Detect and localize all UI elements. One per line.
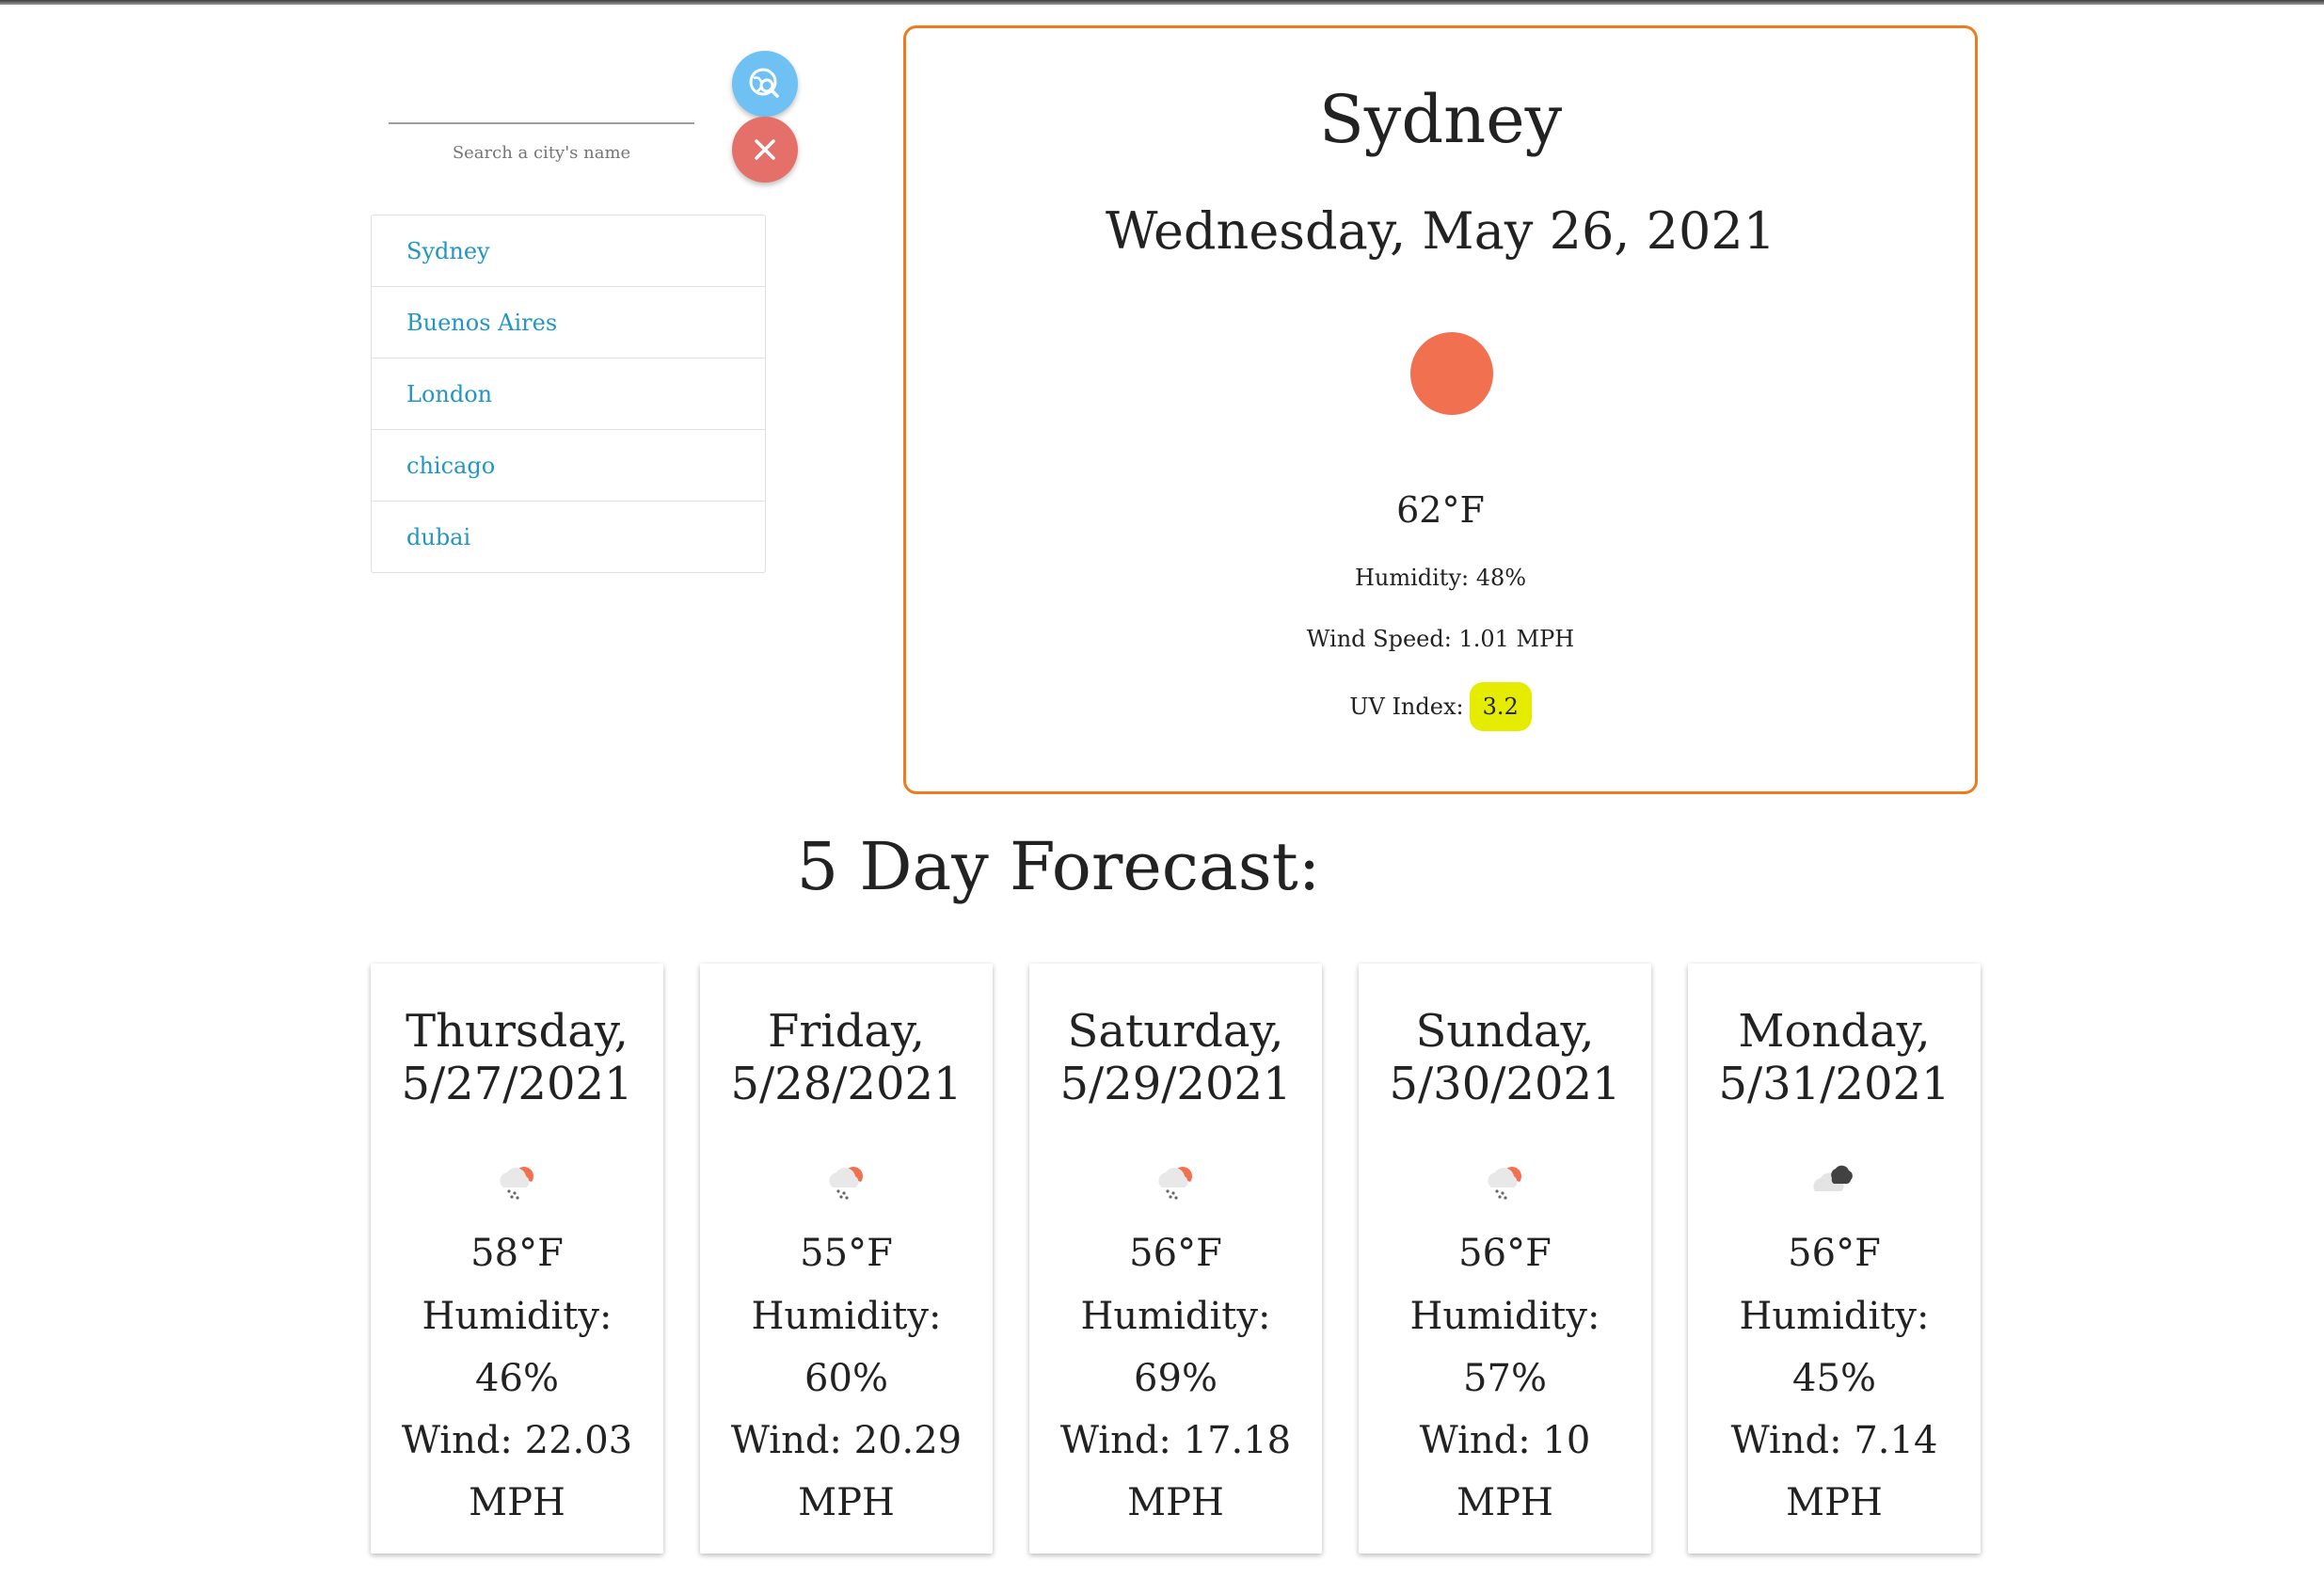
forecast-temperature: 55°F <box>800 1232 893 1275</box>
forecast-wind: Wind: 20.29 <box>730 1419 963 1462</box>
rain-sun-icon <box>1488 1167 1521 1200</box>
city-history-list: Sydney Buenos Aires London chicago dubai <box>371 215 766 573</box>
uv-index-badge: 3.2 <box>1469 682 1532 731</box>
forecast-date-value: 5/29/2021 <box>1059 1058 1292 1110</box>
current-date: Wednesday, May 26, 2021 <box>1105 201 1776 261</box>
forecast-card: Monday, 5/31/2021 56°F Humidity: 45% Win… <box>1688 964 1981 1554</box>
forecast-date-value: 5/30/2021 <box>1389 1058 1621 1110</box>
city-item-chicago[interactable]: chicago <box>372 430 765 502</box>
forecast-date-value: 5/31/2021 <box>1718 1058 1950 1110</box>
forecast-humidity-value: 46% <box>475 1357 559 1400</box>
forecast-date: Sunday, 5/30/2021 <box>1359 1005 1651 1110</box>
forecast-weekday: Sunday, <box>1415 1005 1595 1058</box>
search-label: Search a city's name <box>452 143 631 163</box>
forecast-weekday: Thursday, <box>406 1005 629 1058</box>
forecast-temperature: 56°F <box>1788 1232 1881 1275</box>
forecast-date: Thursday, 5/27/2021 <box>371 1005 663 1110</box>
forecast-card: Thursday, 5/27/2021 58°F Humidity: 46% W… <box>371 964 663 1554</box>
forecast-weekday: Monday, <box>1738 1005 1931 1058</box>
rain-sun-icon <box>829 1167 863 1200</box>
current-humidity: Humidity: 48% <box>1354 565 1527 591</box>
city-item-london[interactable]: London <box>372 359 765 430</box>
forecast-card: Friday, 5/28/2021 55°F Humidity: 60% Win… <box>700 964 993 1554</box>
city-item-sydney[interactable]: Sydney <box>372 215 765 287</box>
city-item-dubai[interactable]: dubai <box>372 502 765 572</box>
forecast-wind-unit: MPH <box>469 1481 565 1524</box>
close-icon <box>755 139 775 160</box>
current-weather-card: Sydney Wednesday, May 26, 2021 62°F Humi… <box>903 25 1978 794</box>
forecast-title: 5 Day Forecast: <box>796 828 1321 905</box>
forecast-wind-unit: MPH <box>1127 1481 1224 1524</box>
forecast-weekday: Friday, <box>768 1005 925 1058</box>
forecast-wind-unit: MPH <box>798 1481 895 1524</box>
forecast-card: Sunday, 5/30/2021 56°F Humidity: 57% Win… <box>1359 964 1651 1554</box>
current-city-name: Sydney <box>1318 81 1563 158</box>
city-item-buenos-aires[interactable]: Buenos Aires <box>372 287 765 359</box>
forecast-wind-unit: MPH <box>1786 1481 1883 1524</box>
top-border <box>0 0 2324 5</box>
sun-icon <box>1410 332 1493 415</box>
forecast-humidity-value: 57% <box>1463 1357 1547 1400</box>
cloudy-icon <box>1813 1165 1853 1191</box>
forecast-card: Saturday, 5/29/2021 56°F Humidity: 69% W… <box>1029 964 1322 1554</box>
forecast-date-value: 5/27/2021 <box>401 1058 633 1110</box>
forecast-date: Saturday, 5/29/2021 <box>1029 1005 1322 1110</box>
forecast-humidity-label: Humidity: <box>1409 1295 1600 1338</box>
search-button[interactable] <box>732 51 798 117</box>
forecast-wind: Wind: 7.14 <box>1730 1419 1938 1462</box>
forecast-temperature: 56°F <box>1458 1232 1552 1275</box>
forecast-humidity-label: Humidity: <box>751 1295 942 1338</box>
forecast-temperature: 58°F <box>470 1232 564 1275</box>
forecast-wind: Wind: 17.18 <box>1059 1419 1292 1462</box>
forecast-date: Monday, 5/31/2021 <box>1688 1005 1981 1110</box>
forecast-humidity-value: 69% <box>1134 1357 1218 1400</box>
rain-sun-icon <box>500 1167 533 1200</box>
forecast-temperature: 56°F <box>1129 1232 1222 1275</box>
clear-button[interactable] <box>732 117 798 183</box>
forecast-humidity-value: 60% <box>804 1357 888 1400</box>
forecast-humidity-label: Humidity: <box>1739 1295 1930 1338</box>
search-underline <box>389 122 694 124</box>
current-temperature: 62°F <box>1396 489 1485 531</box>
forecast-humidity-label: Humidity: <box>1080 1295 1271 1338</box>
current-wind-speed: Wind Speed: 1.01 MPH <box>1306 626 1575 652</box>
globe-search-icon <box>749 68 779 98</box>
forecast-date-value: 5/28/2021 <box>730 1058 963 1110</box>
search-input[interactable] <box>389 75 698 122</box>
rain-sun-icon <box>1158 1167 1192 1200</box>
forecast-wind-unit: MPH <box>1456 1481 1553 1524</box>
forecast-humidity-label: Humidity: <box>422 1295 613 1338</box>
uv-index-label: UV Index: <box>1349 693 1464 720</box>
forecast-humidity-value: 45% <box>1792 1357 1876 1400</box>
forecast-date: Friday, 5/28/2021 <box>700 1005 993 1110</box>
forecast-wind: Wind: 10 <box>1419 1419 1591 1462</box>
forecast-weekday: Saturday, <box>1067 1005 1284 1058</box>
forecast-wind: Wind: 22.03 <box>401 1419 633 1462</box>
current-uv-index: UV Index: 3.2 <box>906 682 1975 731</box>
